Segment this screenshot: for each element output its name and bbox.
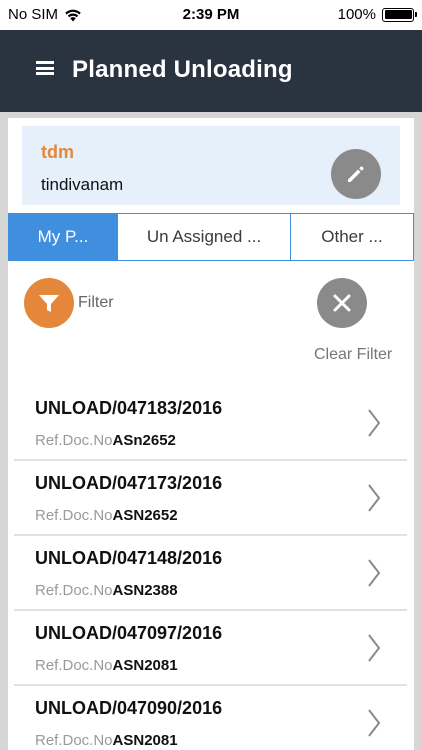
clear-filter-label: Clear Filter <box>314 346 393 363</box>
chevron-right-icon <box>368 484 381 512</box>
battery-icon <box>382 7 417 22</box>
filter-label: Filter <box>78 294 114 311</box>
unloading-list: UNLOAD/047183/2016 Ref.Doc.NoASn2652 UNL… <box>14 386 407 750</box>
item-ref: Ref.Doc.NoASn2652 <box>35 432 176 449</box>
list-item[interactable]: UNLOAD/047097/2016 Ref.Doc.NoASN2081 <box>14 611 407 686</box>
list-item[interactable]: UNLOAD/047173/2016 Ref.Doc.NoASN2652 <box>14 461 407 536</box>
ref-value: ASN2652 <box>112 507 178 524</box>
ref-label: Ref.Doc.No <box>35 582 113 599</box>
page-title: Planned Unloading <box>72 56 293 83</box>
ref-label: Ref.Doc.No <box>35 507 113 524</box>
ref-label: Ref.Doc.No <box>35 657 113 674</box>
ref-value: ASN2081 <box>112 732 178 749</box>
ref-value: ASN2388 <box>112 582 178 599</box>
list-item[interactable]: UNLOAD/047183/2016 Ref.Doc.NoASn2652 <box>14 386 407 461</box>
list-item[interactable]: UNLOAD/047090/2016 Ref.Doc.NoASN2081 <box>14 686 407 750</box>
item-ref: Ref.Doc.NoASN2081 <box>35 657 178 674</box>
item-title: UNLOAD/047183/2016 <box>35 398 223 418</box>
tab-my-planned[interactable]: My P... <box>9 214 118 260</box>
clear-filter-button[interactable] <box>317 278 367 328</box>
status-bar: No SIM 2:39 PM 100% <box>0 0 422 30</box>
funnel-icon <box>39 295 59 312</box>
ref-label: Ref.Doc.No <box>35 732 113 749</box>
item-title: UNLOAD/047173/2016 <box>35 473 223 493</box>
battery-percent: 100% <box>337 6 376 23</box>
item-title: UNLOAD/047097/2016 <box>35 623 223 643</box>
list-item[interactable]: UNLOAD/047148/2016 Ref.Doc.NoASN2388 <box>14 536 407 611</box>
menu-icon[interactable] <box>36 61 54 75</box>
chevron-right-icon <box>368 559 381 587</box>
ref-label: Ref.Doc.No <box>35 432 113 449</box>
chevron-right-icon <box>368 409 381 437</box>
filter-icon-circle <box>24 278 74 328</box>
app-header: Planned Unloading <box>0 30 422 112</box>
item-ref: Ref.Doc.NoASN2652 <box>35 507 178 524</box>
ref-value: ASN2081 <box>112 657 178 674</box>
status-right: 100% <box>337 6 417 23</box>
edit-button[interactable] <box>331 149 381 199</box>
user-location: tindivanam <box>41 175 124 194</box>
close-icon <box>333 294 351 312</box>
user-name: tdm <box>41 142 74 162</box>
user-card: tdm tindivanam <box>22 126 400 205</box>
chevron-right-icon <box>368 634 381 662</box>
tab-bar: My P... Un Assigned ... Other ... <box>8 213 414 261</box>
chevron-right-icon <box>368 709 381 737</box>
item-ref: Ref.Doc.NoASN2081 <box>35 732 178 749</box>
item-ref: Ref.Doc.NoASN2388 <box>35 582 178 599</box>
item-title: UNLOAD/047148/2016 <box>35 548 223 568</box>
ref-value: ASn2652 <box>112 432 176 449</box>
tab-other[interactable]: Other ... <box>291 214 413 260</box>
item-title: UNLOAD/047090/2016 <box>35 698 223 718</box>
tab-unassigned[interactable]: Un Assigned ... <box>118 214 291 260</box>
pencil-icon <box>348 166 364 182</box>
filter-button[interactable]: Filter <box>24 278 114 328</box>
main-content: tdm tindivanam My P... Un Assigned ... O… <box>8 118 414 750</box>
